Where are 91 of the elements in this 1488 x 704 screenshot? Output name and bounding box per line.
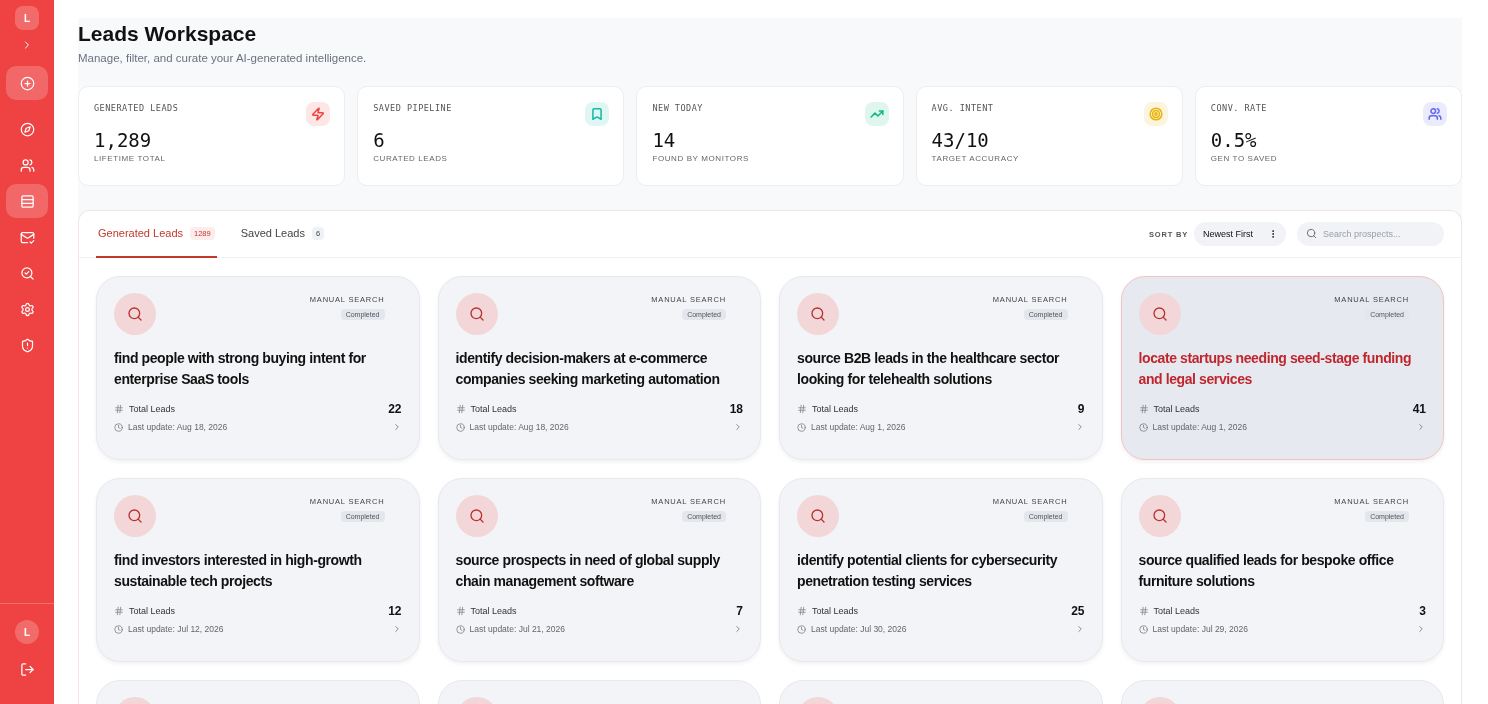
hash-icon	[797, 404, 807, 414]
last-update: Last update: Aug 18, 2026	[128, 422, 228, 432]
chevron-right-icon	[733, 422, 743, 432]
hash-icon	[797, 606, 807, 616]
total-leads-count: 22	[388, 402, 402, 416]
lead-title: source B2B leads in the healthcare sector looking for telehealth solutions	[797, 349, 1061, 389]
stat-label: NEW TODAY	[652, 103, 704, 113]
stat-caption: CURATED LEADS	[373, 154, 449, 163]
total-leads-count: 25	[1071, 604, 1085, 618]
stat-value: 14	[652, 129, 677, 151]
hash-icon	[114, 606, 124, 616]
search-icon-circle	[114, 293, 156, 335]
total-leads-label: Total Leads	[812, 606, 859, 616]
chevron-right-icon	[1416, 624, 1426, 634]
stat-value: 6	[373, 129, 386, 151]
stat-caption: LIFETIME TOTAL	[94, 154, 167, 163]
clock-icon	[797, 624, 806, 634]
clock-icon	[455, 422, 465, 432]
clock-icon	[455, 624, 465, 634]
total-leads-label: Total Leads	[129, 404, 176, 414]
users-icon	[19, 157, 35, 173]
search-icon	[19, 265, 35, 281]
last-update: Last update: Jul 12, 2026	[128, 624, 224, 634]
stat-label: SAVED PIPELINE	[373, 103, 453, 113]
total-leads-label: Total Leads	[1153, 404, 1200, 414]
compass-icon	[19, 121, 35, 137]
lead-title: identify potential clients for cybersecurity penetration testing services	[797, 551, 1059, 591]
stat-caption: GEN TO SAVED	[1210, 154, 1279, 163]
sidebar-nav-button[interactable]	[6, 184, 48, 218]
total-leads-label: Total Leads	[470, 404, 517, 414]
plus-circle-icon	[19, 75, 35, 91]
search-icon-circle	[114, 495, 156, 537]
chevron-right-icon	[733, 624, 743, 634]
search-icon-circle	[455, 293, 498, 335]
lead-title: source prospects in need of global supply chain management software	[455, 551, 721, 591]
total-leads-count: 9	[1077, 402, 1085, 416]
stat-label: GENERATED LEADS	[94, 103, 180, 113]
lead-title: find investors interested in high-growth sustainable tech projects	[114, 551, 363, 591]
total-leads-count: 12	[388, 604, 402, 618]
total-leads-label: Total Leads	[129, 606, 176, 616]
lead-title: identify decision-makers at e-commerce companies seeking marketing automation	[455, 349, 721, 389]
mail-check-icon	[19, 229, 35, 245]
total-leads-count: 18	[729, 402, 743, 416]
shield-icon	[19, 337, 35, 353]
total-leads-label: Total Leads	[812, 404, 859, 414]
logout-icon	[19, 661, 35, 677]
stat-caption: TARGET ACCURACY	[931, 154, 1020, 163]
clock-icon	[797, 422, 806, 432]
search-icon-circle	[797, 495, 839, 537]
total-leads-label: Total Leads	[470, 606, 517, 616]
total-leads-count: 7	[736, 604, 743, 618]
page-subtitle: Manage, filter, and curate your AI-generated intelligence.	[78, 52, 368, 64]
hash-icon	[455, 404, 466, 414]
last-update: Last update: Jul 21, 2026	[469, 624, 565, 634]
last-update: Last update: Jul 29, 2026	[1152, 624, 1248, 634]
last-update: Last update: Aug 18, 2026	[469, 422, 569, 432]
clock-icon	[1138, 624, 1148, 634]
page-title: Leads Workspace	[78, 21, 258, 46]
hash-icon	[1138, 404, 1149, 414]
search-field[interactable]: Search prospects...	[1297, 222, 1444, 246]
lead-title: locate startups needing seed-stage funding and legal services	[1138, 349, 1413, 389]
hash-icon	[114, 404, 124, 414]
clock-icon	[1138, 422, 1148, 432]
stat-value: 43/10	[931, 129, 990, 151]
lead-title: source qualified leads for bespoke office furniture solutions	[1138, 551, 1395, 591]
chevron-right-icon	[1416, 422, 1426, 432]
last-update: Last update: Aug 1, 2026	[811, 422, 906, 432]
stat-value: 0.5%	[1210, 129, 1258, 151]
search-icon-circle	[455, 495, 498, 537]
stat-value: 1,289	[94, 129, 153, 151]
hash-icon	[1138, 606, 1149, 616]
search-icon-circle	[1138, 293, 1181, 335]
total-leads-count: 3	[1419, 604, 1426, 618]
hash-icon	[455, 606, 466, 616]
clock-icon	[114, 422, 123, 432]
clock-icon	[114, 624, 123, 634]
stat-label: CONV. RATE	[1210, 103, 1268, 113]
last-update: Last update: Aug 1, 2026	[1152, 422, 1248, 432]
search-icon-circle	[797, 293, 839, 335]
lead-title: find people with strong buying intent for enterprise SaaS tools	[114, 349, 367, 389]
total-leads-label: Total Leads	[1153, 606, 1200, 616]
settings-icon	[19, 301, 35, 317]
sort-dropdown[interactable]: Newest First	[1194, 222, 1286, 246]
stat-label: AVG. INTENT	[931, 103, 995, 113]
total-leads-count: 41	[1412, 402, 1426, 416]
search-icon	[1306, 228, 1317, 239]
new-button[interactable]	[6, 66, 48, 100]
list-icon	[19, 193, 35, 209]
search-icon-circle	[1138, 495, 1181, 537]
stat-caption: FOUND BY MONITORS	[652, 154, 750, 163]
last-update: Last update: Jul 30, 2026	[811, 624, 907, 634]
